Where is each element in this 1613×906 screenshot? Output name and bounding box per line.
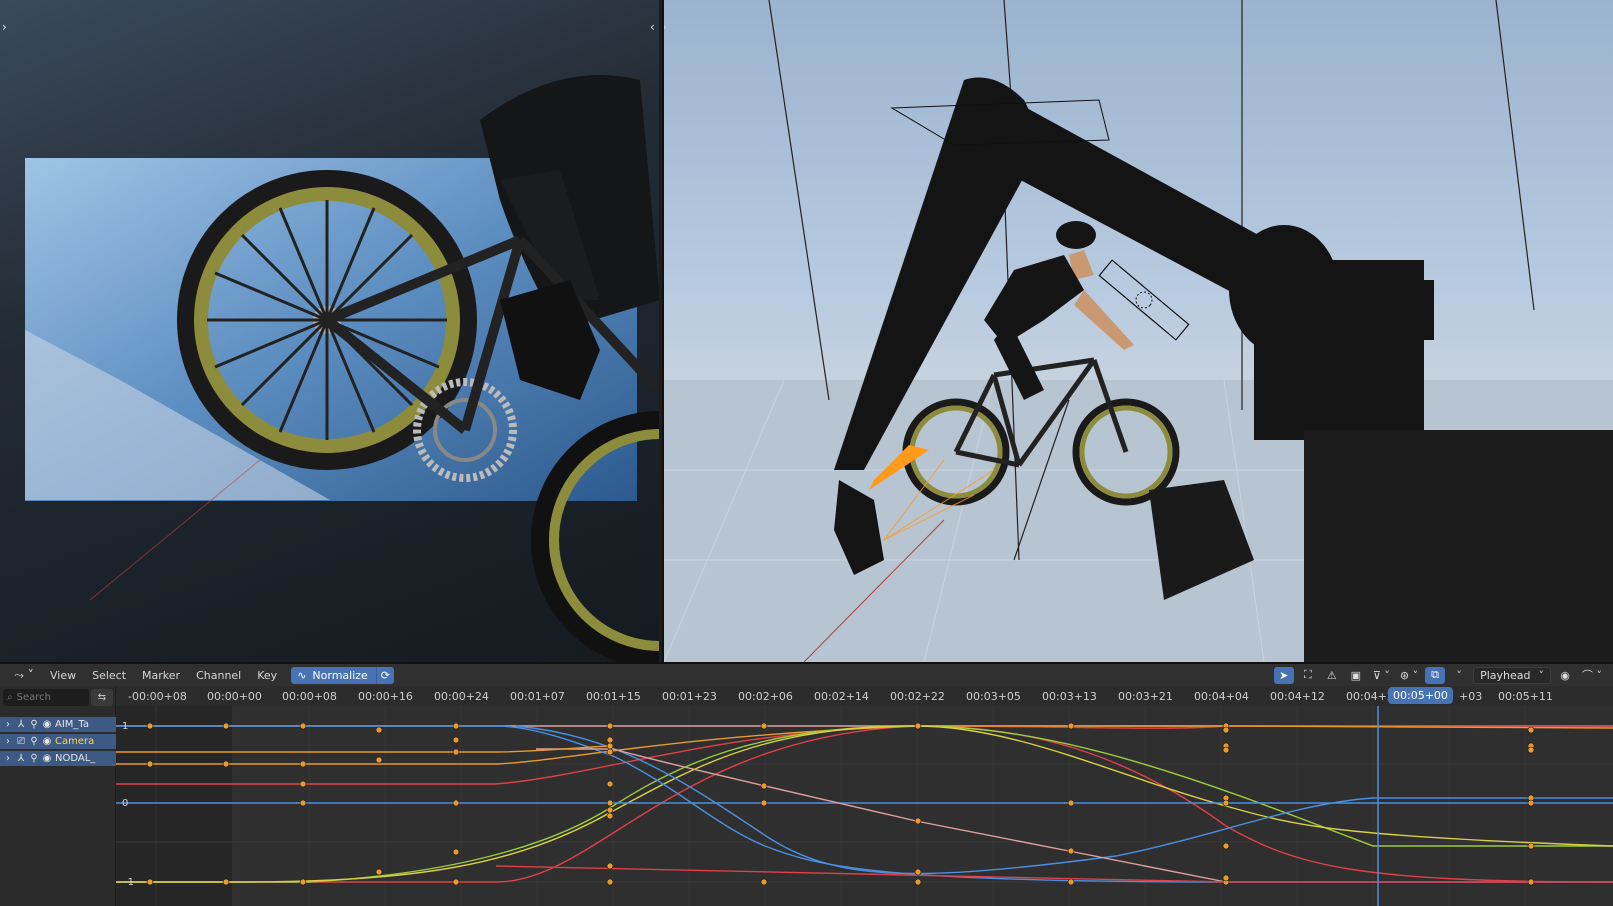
playhead-label: Playhead — [1480, 668, 1531, 682]
swap-icon[interactable]: ⇆ — [91, 689, 113, 706]
graph-editor-header: ⤳ ˅ View Select Marker Channel Key ∿ Nor… — [0, 664, 1613, 686]
snap-icon[interactable]: ⧉ — [1425, 666, 1446, 684]
channel-search: ⌕ Search ⇆ — [3, 689, 113, 706]
armature-icon: ⅄ — [17, 719, 25, 730]
tick-label: 00:03+05 — [966, 690, 1021, 703]
snap-dropdown-icon[interactable]: ˅ — [1449, 667, 1469, 684]
pin-icon[interactable]: ⚲ — [29, 719, 39, 730]
axis-value-top: 1 — [122, 721, 129, 732]
pin-icon[interactable]: ⚲ — [29, 736, 39, 747]
tick-label: 00:01+15 — [586, 690, 641, 703]
tick-label: -00:00+08 — [128, 690, 187, 703]
channel-label: Camera — [55, 736, 95, 747]
collapse-sidebar-icon[interactable]: ‹ — [650, 20, 655, 34]
normalize-label: Normalize — [312, 668, 368, 682]
tick-label: 00:00+08 — [282, 690, 337, 703]
expand-arrow-icon[interactable]: › — [3, 736, 13, 747]
graph-editor[interactable]: ⤳ ˅ View Select Marker Channel Key ∿ Nor… — [0, 662, 1613, 906]
graph-editor-icon[interactable]: ⤳ ˅ — [6, 666, 42, 684]
camera-icon: ⎚ — [17, 736, 25, 747]
menu-channel[interactable]: Channel — [188, 669, 249, 682]
expand-arrow-icon[interactable]: › — [3, 753, 13, 764]
tick-label: 00:02+22 — [890, 690, 945, 703]
camera-viewport[interactable]: › ‹ — [0, 0, 659, 662]
channel-row-nodal[interactable]: › ⅄ ⚲ ◉ NODAL_ — [0, 751, 116, 767]
search-input[interactable]: ⌕ Search — [3, 689, 89, 706]
expand-right-icon[interactable]: › — [664, 20, 667, 34]
tick-label: 00:02+06 — [738, 690, 793, 703]
tick-label: 00:00+16 — [358, 690, 413, 703]
channel-label: NODAL_ — [55, 753, 96, 764]
pin-icon[interactable]: ⚲ — [29, 753, 39, 764]
tick-label: 00:03+21 — [1118, 690, 1173, 703]
view-selected-icon[interactable]: ⛶ — [1298, 667, 1318, 684]
channel-list: ⌕ Search ⇆ › ⅄ ⚲ ◉ AIM_Ta › ⎚ ⚲ ◉ Camera… — [0, 686, 116, 906]
axis-value-bottom: -1 — [124, 877, 134, 888]
timeline-ruler[interactable]: -00:00+08 00:00+00 00:00+08 00:00+16 00:… — [116, 686, 1613, 706]
normalize-toggle[interactable]: ∿ Normalize — [291, 666, 376, 684]
menu-marker[interactable]: Marker — [134, 669, 188, 682]
armature-icon: ⅄ — [17, 753, 25, 764]
eye-icon[interactable]: ◉ — [42, 719, 52, 730]
menu-select[interactable]: Select — [84, 669, 134, 682]
menu-key[interactable]: Key — [249, 669, 285, 682]
menu-view[interactable]: View — [42, 669, 84, 682]
tick-label: 00:05+11 — [1498, 690, 1553, 703]
tick-label: 00:02+14 — [814, 690, 869, 703]
search-icon: ⌕ — [7, 692, 13, 703]
channel-label: AIM_Ta — [55, 719, 89, 730]
scene-viewport[interactable]: › — [662, 0, 1613, 662]
proportional-editing-icon[interactable]: ◉ — [1555, 667, 1575, 684]
pivot-icon[interactable]: ⊛ ˅ — [1397, 667, 1421, 684]
filter-icon[interactable]: ⊽ ˅ — [1370, 667, 1393, 684]
expand-arrow-icon[interactable]: › — [3, 719, 13, 730]
tick-label: +03 — [1459, 690, 1483, 703]
normalize-icon: ∿ — [297, 668, 307, 682]
only-selected-icon[interactable]: ▣ — [1346, 667, 1366, 684]
graph-area[interactable]: -00:00+08 00:00+00 00:00+08 00:00+16 00:… — [116, 686, 1613, 906]
eye-icon[interactable]: ◉ — [42, 753, 52, 764]
scene-render — [664, 0, 1613, 662]
expand-left-icon[interactable]: › — [2, 20, 7, 34]
refresh-icon[interactable]: ⟳ — [375, 666, 394, 684]
tick-label: 00:04+2 — [1346, 690, 1394, 703]
tick-label: 00:04+12 — [1270, 690, 1325, 703]
search-placeholder: Search — [16, 692, 51, 703]
current-frame-indicator[interactable]: 00:05+00 — [1388, 687, 1453, 704]
camera-view-render — [25, 75, 659, 662]
channel-row-camera[interactable]: › ⎚ ⚲ ◉ Camera — [0, 734, 116, 750]
falloff-curve-icon[interactable]: ⌒ ˅ — [1579, 667, 1605, 684]
tick-label: 00:01+23 — [662, 690, 717, 703]
warning-icon[interactable]: ⚠ — [1322, 667, 1342, 684]
tick-label: 00:00+00 — [207, 690, 262, 703]
tick-label: 00:03+13 — [1042, 690, 1097, 703]
channel-row-aim[interactable]: › ⅄ ⚲ ◉ AIM_Ta — [0, 717, 116, 733]
playhead-dropdown[interactable]: Playhead ˅ — [1473, 666, 1551, 684]
header-tools: ➤ ⛶ ⚠ ▣ ⊽ ˅ ⊛ ˅ ⧉ ˅ Playhead ˅ ◉ ⌒ ˅ — [1273, 666, 1613, 684]
tick-label: 00:04+04 — [1194, 690, 1249, 703]
axis-value-zero: 0 — [122, 798, 129, 809]
chevron-down-icon: ˅ — [1538, 668, 1545, 682]
fcurve-canvas[interactable] — [116, 706, 1613, 906]
eye-icon[interactable]: ◉ — [42, 736, 52, 747]
cursor-icon[interactable]: ➤ — [1273, 666, 1294, 684]
tick-label: 00:01+07 — [510, 690, 565, 703]
tick-label: 00:00+24 — [434, 690, 489, 703]
